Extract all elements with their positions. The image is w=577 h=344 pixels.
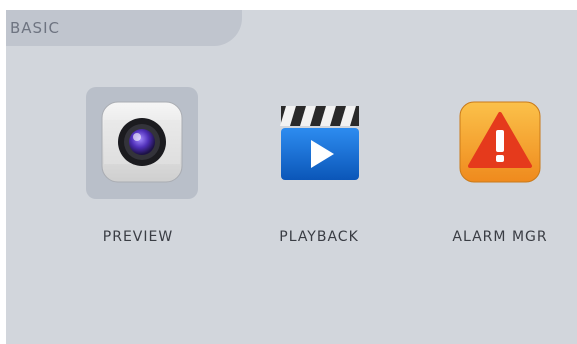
app-playback[interactable] [278, 100, 362, 184]
camera-lens-icon [101, 101, 183, 183]
tab-basic[interactable]: BASIC [6, 10, 242, 46]
app-alarm-mgr-label: ALARM MGR [452, 229, 548, 245]
app-alarm-mgr[interactable] [458, 100, 542, 184]
clapperboard-play-icon [280, 106, 359, 180]
basic-panel: BASIC PREVIEW PLAYBACK ALARM MGR [6, 10, 577, 344]
alarm-warning-icon [459, 101, 541, 183]
app-preview-label: PREVIEW [102, 229, 174, 245]
app-playback-label: PLAYBACK [279, 229, 359, 245]
tab-basic-label: BASIC [10, 19, 60, 37]
app-preview[interactable] [100, 100, 184, 184]
